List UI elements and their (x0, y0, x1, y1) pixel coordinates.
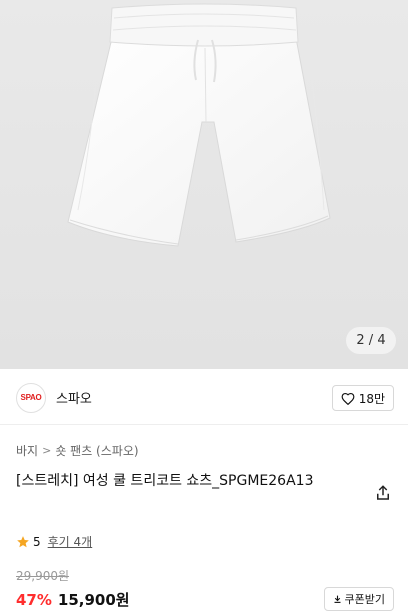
original-price: 29,900원 (16, 569, 70, 583)
product-image-gallery[interactable]: 2 / 4 (0, 0, 408, 369)
like-count: 18만 (358, 391, 385, 406)
download-icon (334, 595, 341, 603)
like-button[interactable]: 18만 (331, 385, 394, 411)
price-row: 47% 15,900원 (16, 589, 130, 610)
coupon-button[interactable]: 쿠폰받기 (323, 587, 394, 611)
discount-rate: 47% (16, 591, 52, 609)
product-title: [스트레치] 여성 쿨 트리코트 쇼츠_SPGME26A13 (16, 473, 314, 489)
coupon-button-label: 쿠폰받기 (344, 593, 385, 606)
rating-row: 5 후기 4개 (16, 533, 92, 550)
breadcrumb: 바지 > 숏 팬츠 (스파오) (16, 442, 139, 459)
share-icon[interactable] (374, 484, 392, 502)
product-photo-white-shorts (0, 0, 408, 369)
breadcrumb-item-category[interactable]: 바지 (16, 442, 38, 459)
review-count-link[interactable]: 후기 4개 (48, 533, 93, 550)
breadcrumb-item-subcategory[interactable]: 숏 팬츠 (스파오) (55, 442, 138, 459)
chevron-right-icon: > (42, 444, 52, 457)
image-pager-indicator: 2 / 4 (346, 327, 396, 354)
star-icon (17, 535, 29, 547)
brand-row[interactable]: SPAO 스파오 18만 (0, 369, 408, 425)
rating-score: 5 (33, 534, 41, 549)
brand-name[interactable]: 스파오 (56, 388, 92, 407)
brand-logo[interactable]: SPAO (16, 383, 46, 413)
sale-price: 15,900원 (57, 591, 130, 609)
heart-icon (341, 392, 355, 405)
